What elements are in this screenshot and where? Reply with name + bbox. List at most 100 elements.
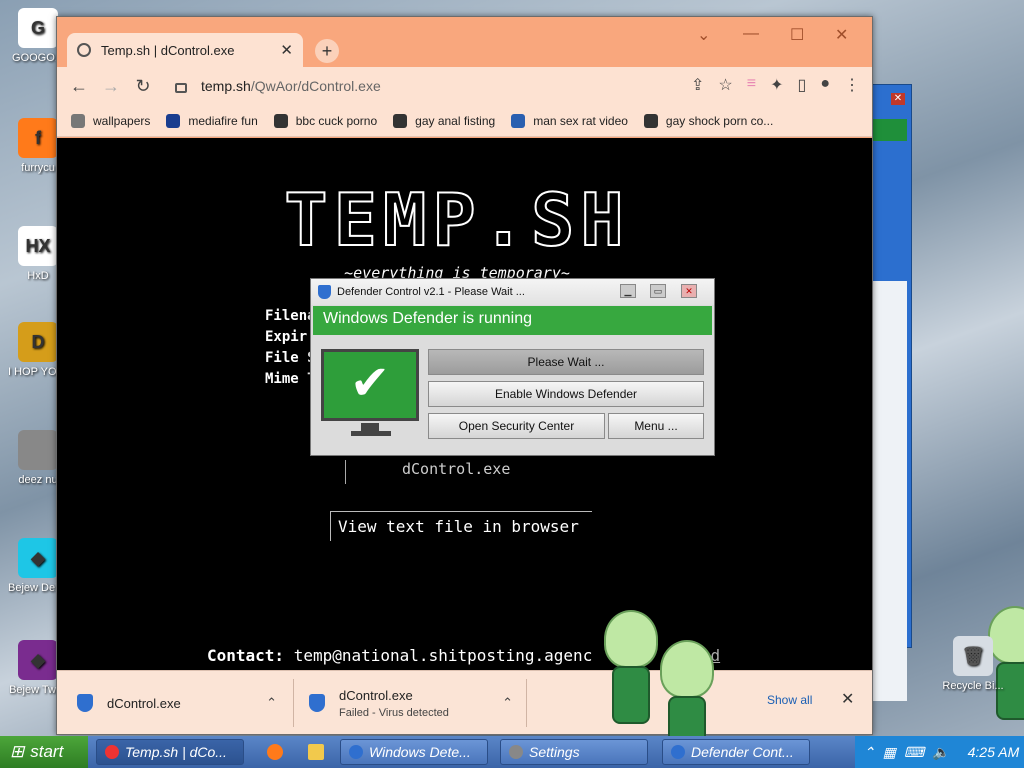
minimize-icon[interactable]: — bbox=[743, 25, 759, 43]
bookmark-icon bbox=[71, 113, 85, 128]
bookmark-item[interactable]: gay shock porn co... bbox=[643, 113, 773, 128]
puzzle-icon[interactable]: ✦ bbox=[770, 75, 783, 95]
shield-icon bbox=[309, 694, 325, 712]
tab-strip: Temp.sh | dControl.exe ✕ + ⌄ — ☐ ✕ bbox=[57, 17, 872, 67]
address-bar[interactable]: temp.sh/QwAor/dControl.exe bbox=[165, 72, 685, 100]
app-icon: ◆ bbox=[18, 640, 58, 680]
maximize-icon[interactable]: ☐ bbox=[790, 25, 804, 45]
back-arrow-icon[interactable]: ← bbox=[63, 76, 95, 97]
bookmark-label: gay anal fisting bbox=[415, 113, 496, 128]
clock[interactable]: 4:25 AM bbox=[968, 744, 1020, 760]
close-downloads-icon[interactable]: ✕ bbox=[841, 689, 854, 709]
app-icon: f bbox=[18, 118, 58, 158]
bookmark-item[interactable]: mediafire fun bbox=[166, 113, 258, 128]
enable-defender-button[interactable]: Enable Windows Defender bbox=[428, 381, 704, 407]
bookmark-item[interactable]: bbc cuck porno bbox=[273, 113, 378, 128]
task-browser[interactable]: Temp.sh | dCo... bbox=[96, 739, 244, 765]
lock-icon bbox=[175, 83, 187, 93]
folder-icon[interactable] bbox=[308, 744, 324, 760]
minimize-icon[interactable]: ▁ bbox=[620, 284, 636, 298]
system-tray: ⌃ ▦ ⌨ 🔈 4:25 AM bbox=[855, 736, 1024, 768]
download-item[interactable]: dControl.exe Failed - Virus detected ⌃ bbox=[309, 679, 513, 727]
bookmark-item[interactable]: man sex rat video bbox=[511, 113, 628, 128]
download-name: dControl.exe bbox=[107, 695, 181, 711]
bookmark-icon bbox=[166, 113, 181, 128]
caret-up-icon[interactable]: ⌃ bbox=[266, 695, 277, 711]
share-icon[interactable]: ⇪ bbox=[691, 75, 704, 95]
file-meta: Filena Expir File S Mime T bbox=[265, 306, 316, 390]
reload-icon[interactable]: ↻ bbox=[127, 76, 159, 97]
shield-icon bbox=[77, 694, 93, 712]
bookmark-icon bbox=[511, 113, 526, 128]
close-icon[interactable]: ✕ bbox=[681, 284, 697, 298]
monitor-check-icon: ✔ bbox=[321, 349, 419, 421]
close-tab-icon[interactable]: ✕ bbox=[280, 41, 293, 59]
show-all-link[interactable]: Show all bbox=[767, 693, 812, 707]
shield-icon bbox=[318, 285, 331, 299]
shield-icon bbox=[671, 745, 685, 759]
downloads-bar: dControl.exe ⌃ dControl.exe Failed - Viru… bbox=[57, 670, 872, 734]
bookmark-icon bbox=[643, 113, 658, 128]
bookmarks-bar: wallpapers mediafire fun bbc cuck porno gay… bbox=[57, 105, 872, 137]
keyboard-icon[interactable]: ⌨ bbox=[904, 744, 924, 761]
defender-control-dialog: Defender Control v2.1 - Please Wait ... … bbox=[310, 278, 715, 456]
app-icon: G bbox=[18, 8, 58, 48]
meta-label: Filena bbox=[265, 308, 316, 324]
start-label: start bbox=[30, 742, 64, 761]
maximize-icon[interactable]: ▭ bbox=[650, 284, 666, 298]
bookmark-label: bbc cuck porno bbox=[295, 113, 378, 128]
side-panel-icon[interactable]: ▯ bbox=[798, 75, 807, 95]
bookmark-item[interactable]: wallpapers bbox=[71, 113, 150, 128]
firefox-icon[interactable] bbox=[267, 744, 283, 760]
forward-arrow-icon[interactable]: → bbox=[95, 76, 127, 97]
meta-label: Mime T bbox=[265, 371, 316, 387]
browser-toolbar: ← → ↻ temp.sh/QwAor/dControl.exe ⇪ ☆ ≡ ✦… bbox=[57, 67, 872, 105]
chevron-down-icon[interactable]: ⌄ bbox=[697, 25, 710, 45]
close-window-icon[interactable]: ✕ bbox=[835, 25, 848, 45]
close-icon[interactable]: ✕ bbox=[891, 93, 905, 105]
dialog-title: Defender Control v2.1 - Please Wait ... bbox=[337, 286, 525, 298]
bookmark-label: man sex rat video bbox=[533, 113, 628, 128]
url-host: temp.sh bbox=[201, 78, 251, 94]
recycle-bin-icon[interactable]: 🗑 Recycle Bi... bbox=[938, 636, 1008, 693]
task-label: Windows Dete... bbox=[369, 744, 471, 760]
meta-label: Expir bbox=[265, 329, 308, 345]
menu-dots-icon[interactable]: ⋮ bbox=[844, 75, 860, 95]
security-center-button[interactable]: Open Security Center bbox=[428, 413, 605, 439]
network-icon[interactable]: ▦ bbox=[883, 744, 896, 761]
task-settings[interactable]: Settings bbox=[500, 739, 648, 765]
window-icon bbox=[349, 745, 363, 759]
bookmark-item[interactable]: gay anal fisting bbox=[393, 113, 496, 128]
star-icon[interactable]: ☆ bbox=[718, 75, 732, 95]
new-tab-button[interactable]: + bbox=[315, 39, 339, 63]
app-icon: D bbox=[18, 322, 58, 362]
file-download-link[interactable]: dControl.exe bbox=[345, 460, 595, 484]
download-item[interactable]: dControl.exe ⌃ bbox=[77, 679, 277, 727]
tab-temp-sh[interactable]: Temp.sh | dControl.exe ✕ bbox=[67, 33, 303, 67]
profile-icon[interactable]: ● bbox=[820, 75, 830, 95]
task-label: Temp.sh | dCo... bbox=[125, 744, 227, 760]
volume-icon[interactable]: 🔈 bbox=[932, 744, 949, 761]
extension-flag-icon[interactable]: ≡ bbox=[747, 75, 756, 95]
contact-email[interactable]: temp@national.shitposting.agenc bbox=[294, 646, 593, 665]
menu-button[interactable]: Menu ... bbox=[608, 413, 704, 439]
task-label: Settings bbox=[529, 744, 580, 760]
bookmark-icon bbox=[273, 113, 288, 128]
gear-icon bbox=[509, 745, 523, 759]
bookmark-icon bbox=[393, 113, 408, 128]
task-windows-defender[interactable]: Windows Dete... bbox=[340, 739, 488, 765]
dialog-titlebar[interactable]: Defender Control v2.1 - Please Wait ... … bbox=[311, 279, 714, 305]
chevron-up-icon[interactable]: ⌃ bbox=[863, 744, 875, 761]
view-text-button[interactable]: View text file in browser bbox=[330, 511, 592, 541]
recycle-bin-label: Recycle Bi... bbox=[942, 680, 1004, 692]
task-defender-control[interactable]: Defender Cont... bbox=[662, 739, 810, 765]
caret-up-icon[interactable]: ⌃ bbox=[502, 695, 513, 711]
globe-icon bbox=[77, 43, 91, 57]
app-icon: HX bbox=[18, 226, 58, 266]
task-label: Defender Cont... bbox=[691, 744, 794, 760]
url-path: /QwAor/dControl.exe bbox=[250, 78, 381, 94]
start-button[interactable]: ⊞ start bbox=[0, 736, 88, 768]
please-wait-button[interactable]: Please Wait ... bbox=[428, 349, 704, 375]
meta-label: File S bbox=[265, 350, 316, 366]
download-status: Failed - Virus detected bbox=[339, 706, 449, 719]
